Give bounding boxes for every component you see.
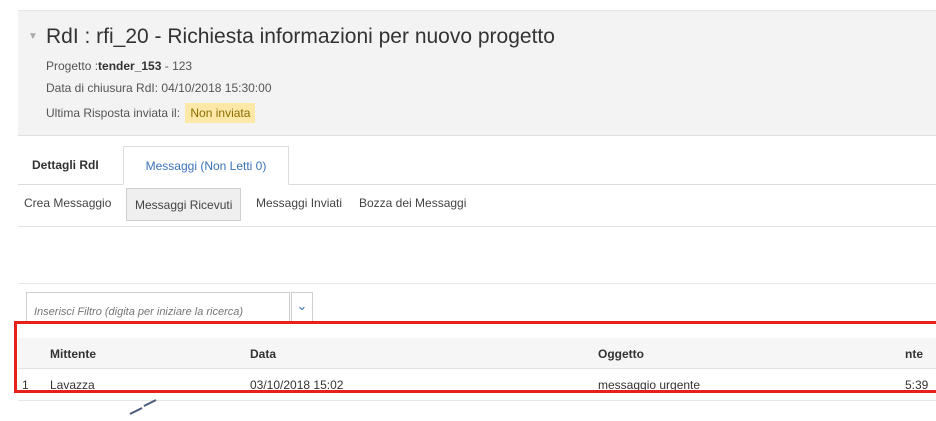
divider — [18, 283, 936, 284]
collapse-triangle-icon[interactable]: ▼ — [28, 31, 38, 42]
create-message-button[interactable]: Crea Messaggio — [24, 196, 111, 210]
received-messages-button[interactable]: Messaggi Ricevuti — [126, 188, 242, 221]
project-suffix: - 123 — [161, 59, 193, 73]
rfi-header: ▼ RdI : rfi_20 - Richiesta informazioni … — [18, 10, 936, 136]
page-title: RdI : rfi_20 - Richiesta informazioni pe… — [46, 25, 555, 48]
tab-messaggi[interactable]: Messaggi (Non Letti 0) — [123, 146, 289, 185]
last-response-line: Ultima Risposta inviata il: Non inviata — [46, 103, 256, 123]
annotation-stroke-icon — [129, 399, 157, 415]
project-label: Progetto : — [46, 59, 99, 73]
chevron-down-icon[interactable]: ⌄ — [291, 292, 313, 322]
sent-messages-button[interactable]: Messaggi Inviati — [256, 196, 342, 210]
divider — [18, 226, 936, 227]
message-toolbar: Crea Messaggio Messaggi Ricevuti Messagg… — [18, 188, 936, 222]
tab-bar: Dettagli RdI Messaggi (Non Letti 0) — [18, 146, 936, 185]
project-line: Progetto :tender_153 - 123 — [46, 59, 192, 73]
last-response-label: Ultima Risposta inviata il: — [46, 106, 181, 120]
project-code: tender_153 — [98, 59, 162, 73]
tab-dettagli-rdi[interactable]: Dettagli RdI — [32, 146, 99, 184]
filter-input[interactable] — [26, 292, 290, 322]
draft-messages-button[interactable]: Bozza dei Messaggi — [359, 196, 466, 210]
closing-date: Data di chiusura RdI: 04/10/2018 15:30:0… — [46, 81, 272, 95]
status-badge: Non inviata — [185, 103, 256, 123]
highlight-box — [14, 321, 936, 393]
